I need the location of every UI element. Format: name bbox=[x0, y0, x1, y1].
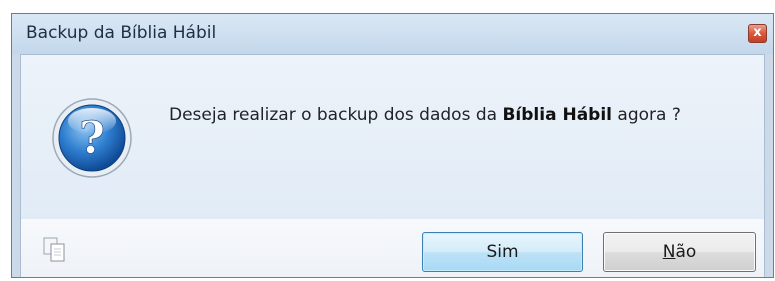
dialog-window: Backup da Bíblia Hábil x ? Deseja realiz… bbox=[11, 13, 774, 278]
message-area: ? Deseja realizar o backup dos dados da … bbox=[20, 54, 765, 219]
title-bar[interactable]: Backup da Bíblia Hábil x bbox=[12, 14, 773, 54]
close-icon: x bbox=[753, 25, 762, 40]
message-text: Deseja realizar o backup dos dados da bbox=[169, 105, 503, 125]
close-button[interactable]: x bbox=[748, 24, 767, 43]
no-button[interactable]: Não bbox=[603, 232, 756, 272]
message-text-end: agora ? bbox=[612, 105, 681, 125]
no-button-mnemonic: N bbox=[662, 242, 676, 262]
question-icon: ? bbox=[52, 98, 132, 178]
message-app-name: Bíblia Hábil bbox=[502, 105, 612, 125]
no-button-label: ão bbox=[675, 242, 697, 262]
confirmation-message: Deseja realizar o backup dos dados da Bí… bbox=[169, 105, 681, 125]
yes-button[interactable]: Sim bbox=[422, 232, 583, 272]
svg-text:?: ? bbox=[79, 113, 105, 164]
copy-icon[interactable] bbox=[43, 237, 67, 263]
window-title: Backup da Bíblia Hábil bbox=[26, 23, 217, 43]
button-bar: Sim Não bbox=[20, 219, 765, 277]
